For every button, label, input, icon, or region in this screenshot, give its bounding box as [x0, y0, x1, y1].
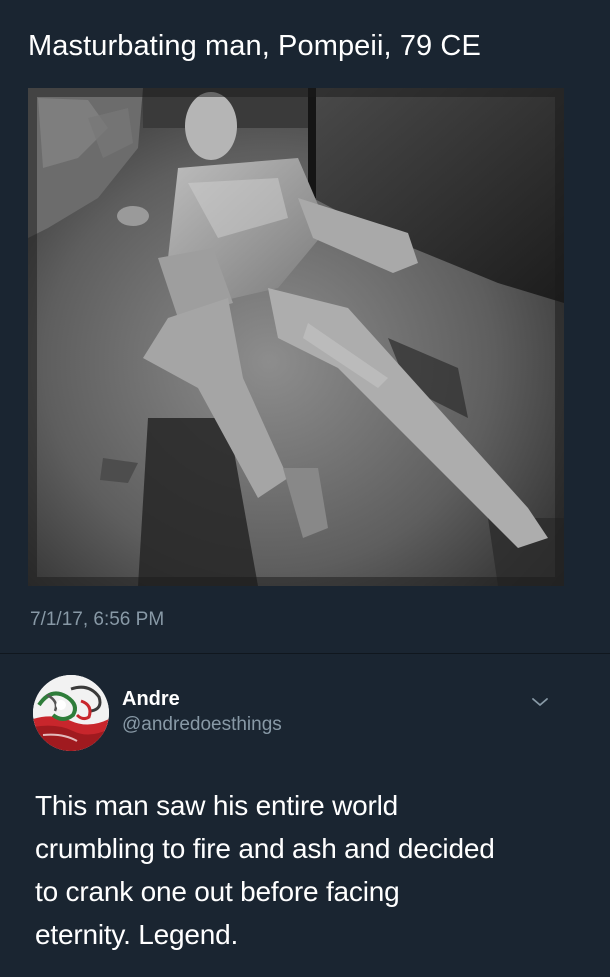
user-handle[interactable]: @andredoesthings	[122, 712, 282, 738]
reply-tweet-text: This man saw his entire world crumbling …	[35, 784, 595, 956]
reply-text-line: This man saw his entire world	[35, 790, 398, 821]
reply-text-line: eternity. Legend.	[35, 919, 239, 950]
tweet-photo[interactable]	[28, 88, 564, 586]
tweet-timestamp: 7/1/17, 6:56 PM	[30, 609, 165, 630]
chevron-down-icon[interactable]	[528, 690, 552, 714]
quoted-tweet-text: Masturbating man, Pompeii, 79 CE	[28, 30, 481, 62]
reply-tweet: Andre @andredoesthings This man saw his …	[0, 654, 610, 977]
reply-text-line: crumbling to fire and ash and decided	[35, 833, 495, 864]
reply-text-line: to crank one out before facing	[35, 876, 400, 907]
display-name[interactable]: Andre	[122, 686, 180, 712]
avatar[interactable]	[33, 675, 109, 751]
quoted-tweet: Masturbating man, Pompeii, 79 CE 7/1/17,…	[0, 0, 610, 650]
